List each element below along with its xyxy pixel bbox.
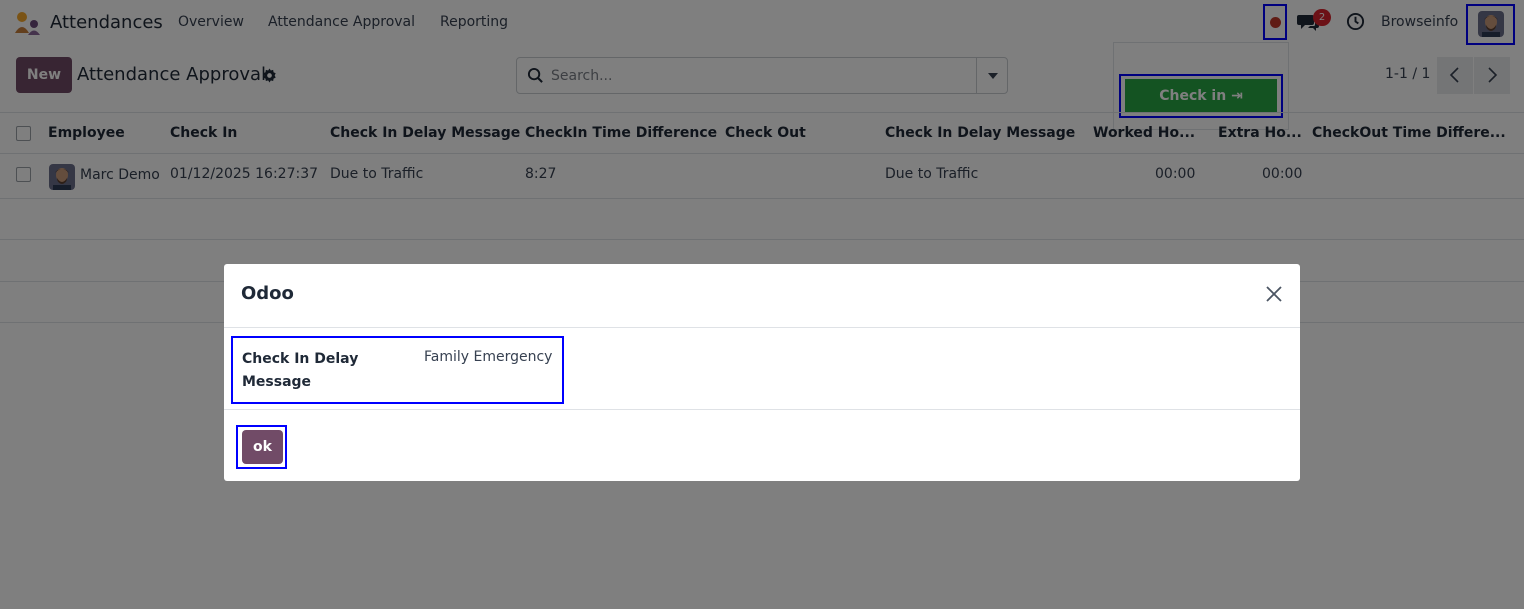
ok-button[interactable]: ok bbox=[242, 430, 283, 464]
dialog-header-divider bbox=[224, 327, 1300, 328]
dialog-footer-divider bbox=[224, 409, 1300, 410]
delay-message-dialog: Odoo Check In Delay Message Family Emerg… bbox=[224, 264, 1300, 481]
dialog-title: Odoo bbox=[241, 283, 294, 304]
delay-message-field: Check In Delay Message Family Emergency bbox=[231, 336, 564, 404]
ok-highlight: ok bbox=[236, 425, 287, 469]
field-value: Family Emergency bbox=[424, 349, 553, 365]
close-icon[interactable] bbox=[1264, 284, 1284, 304]
field-label: Check In Delay Message bbox=[242, 351, 359, 390]
